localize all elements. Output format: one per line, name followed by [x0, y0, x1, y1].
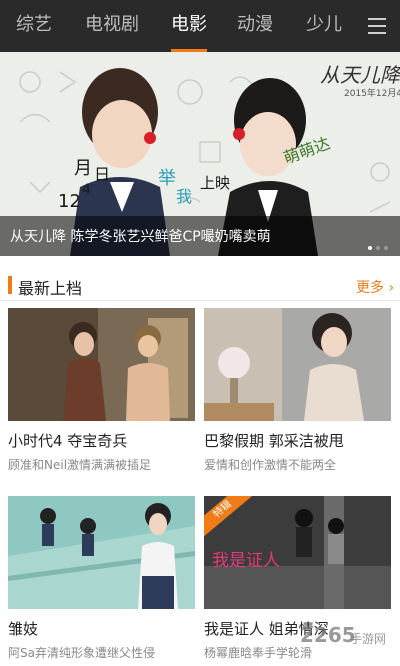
svg-text:上映: 上映: [200, 174, 230, 192]
section-accent-bar: [8, 276, 12, 294]
movie-title[interactable]: 雏妓: [8, 618, 38, 639]
carousel-dot[interactable]: [384, 246, 388, 250]
movie-card[interactable]: 巴黎假期 郭采洁被甩 爱情和创作激情不能两全: [204, 308, 391, 478]
movie-description: 爱情和创作激情不能两全: [204, 458, 337, 472]
menu-icon[interactable]: [357, 0, 400, 52]
movie-description: 阿Sa弃清纯形象遭继父性侵: [8, 646, 155, 660]
tab-tv-series[interactable]: 电视剧: [83, 0, 141, 52]
svg-text:12: 12: [58, 191, 81, 212]
movie-thumbnail[interactable]: 我是证人 特辑: [204, 496, 391, 609]
movie-description: 顾准和Neil激情满满被插足: [8, 458, 152, 472]
svg-text:我: 我: [176, 187, 192, 206]
carousel-dot[interactable]: [376, 246, 380, 250]
svg-text:举: 举: [158, 168, 176, 189]
more-link[interactable]: 更多 ›: [356, 277, 394, 297]
movie-logo: 从天儿降: [320, 63, 400, 87]
carousel-dot[interactable]: [368, 246, 372, 250]
tab-movies[interactable]: 电影: [169, 0, 209, 52]
movie-card[interactable]: 雏妓 阿Sa弃清纯形象遭继父性侵: [8, 496, 195, 666]
banner-caption: 从天儿降 陈学冬张艺兴鲜爸CP嘬奶嘴卖萌: [10, 229, 271, 245]
section-title: 最新上档: [18, 279, 83, 298]
site-watermark: 2265: [300, 623, 356, 647]
svg-text:4: 4: [82, 182, 91, 198]
movie-card[interactable]: 小时代4 夺宝奇兵 顾准和Neil激情满满被插足: [8, 308, 195, 478]
svg-text:日: 日: [94, 165, 110, 184]
site-watermark-label: 手游网: [350, 632, 387, 646]
movie-thumbnail[interactable]: [204, 308, 391, 421]
movie-thumbnail[interactable]: [8, 496, 195, 609]
movie-thumbnail[interactable]: [8, 308, 195, 421]
top-tab-bar: 综艺 电视剧 电影 动漫 少儿: [0, 0, 400, 52]
movie-title[interactable]: 巴黎假期 郭采洁被甩: [204, 430, 344, 451]
section-divider: [0, 300, 400, 301]
tab-anime[interactable]: 动漫: [235, 0, 275, 52]
movie-description: 杨幂鹿晗奉手学轮滑: [204, 646, 313, 660]
carousel-dots: [364, 235, 388, 254]
poster-title: 我是证人: [212, 551, 280, 571]
movie-title[interactable]: 小时代4 夺宝奇兵: [8, 430, 127, 451]
tab-kids[interactable]: 少儿: [304, 0, 344, 52]
tab-variety[interactable]: 综艺: [14, 0, 54, 52]
release-date: 2015年12月4日: [344, 87, 400, 99]
svg-text:月: 月: [74, 158, 92, 179]
chevron-right-icon: ›: [388, 280, 395, 296]
